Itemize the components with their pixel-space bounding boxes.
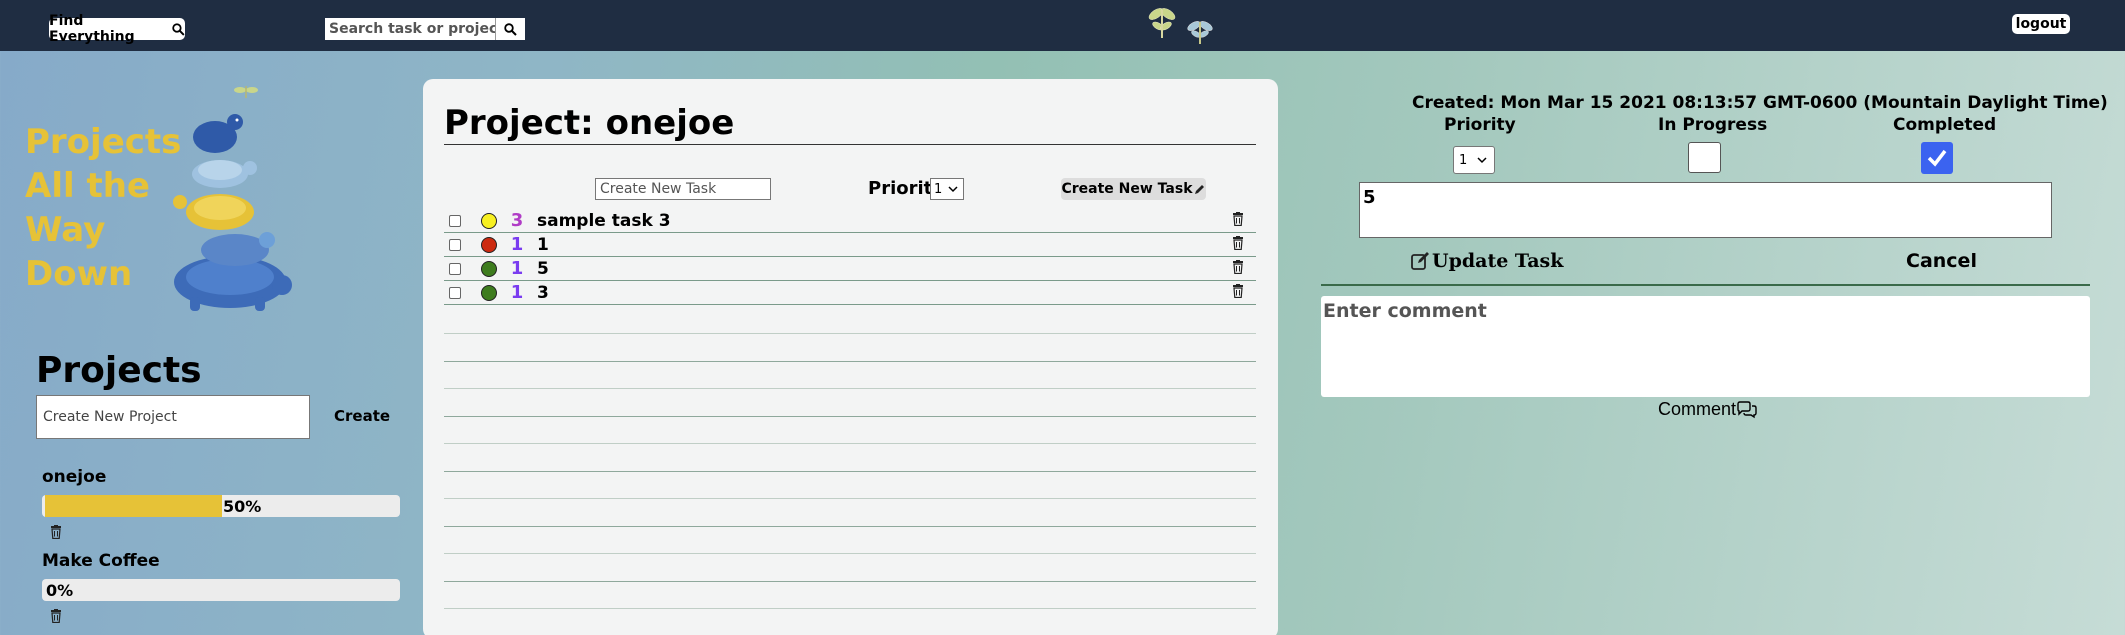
chevron-down-icon (1477, 157, 1487, 164)
delete-task-trash-icon[interactable] (1232, 259, 1244, 278)
priority-color-dot (481, 284, 497, 301)
empty-row-line (444, 388, 1256, 389)
task-text-field[interactable]: 5 (1359, 182, 2052, 238)
delete-project-trash-icon[interactable] (50, 609, 62, 624)
project-name: onejoe (42, 467, 107, 487)
task-name[interactable]: 1 (537, 235, 1232, 255)
created-timestamp: Created: Mon Mar 15 2021 08:13:57 GMT-06… (1412, 93, 2108, 113)
priority-color-dot (481, 260, 497, 277)
detail-divider (1321, 284, 2090, 286)
in-progress-checkbox[interactable] (1688, 142, 1721, 173)
priority-color-dot (481, 236, 497, 253)
task-priority-value: 1 (1459, 152, 1468, 168)
priority-heading: Priority (1444, 115, 1516, 135)
app-title-line: Way (25, 210, 106, 250)
logout-button[interactable]: logout (2012, 14, 2070, 34)
app-title: Projects All the Way Down (25, 120, 181, 296)
empty-row-line (444, 553, 1256, 554)
projects-heading: Projects (36, 350, 202, 391)
search-icon (504, 22, 517, 36)
edit-icon (1411, 252, 1429, 270)
find-everything-button[interactable]: Find Everything (49, 13, 185, 45)
delete-project-trash-icon[interactable] (50, 525, 62, 540)
empty-row-line (444, 581, 1256, 582)
empty-row-line (444, 498, 1256, 499)
task-row[interactable]: 11 (444, 233, 1256, 257)
task-row[interactable]: 3 sample task 3 (444, 209, 1256, 233)
project-progress-bar: 0% (42, 579, 400, 601)
create-project-button[interactable]: Create (334, 407, 390, 425)
completed-heading: Completed (1893, 115, 1997, 135)
search-icon (172, 22, 185, 36)
comment-input[interactable]: Enter comment (1321, 296, 2090, 397)
completed-checkbox[interactable] (1921, 142, 1953, 174)
empty-row-line (444, 471, 1256, 472)
project-item[interactable]: onejoe 50% (42, 467, 402, 543)
app-title-line: All the (25, 166, 150, 206)
update-task-button[interactable]: Update Task (1410, 250, 1563, 272)
priority-color-dot (481, 212, 497, 229)
update-task-label: Update Task (1432, 250, 1564, 272)
task-checkbox[interactable] (449, 238, 461, 251)
app-title-line: Down (25, 254, 133, 294)
dragonfly-logo (1148, 8, 1213, 44)
new-project-input[interactable] (36, 395, 310, 439)
empty-row-line (444, 333, 1256, 334)
empty-row-line (444, 416, 1256, 417)
priority-select[interactable]: 1 (930, 178, 964, 200)
comments-icon (1737, 400, 1757, 418)
comment-label: Comment (1658, 399, 1737, 419)
task-priority: 1 (510, 282, 524, 303)
find-everything-label: Find Everything (49, 13, 135, 45)
project-progress-bar: 50% (42, 495, 400, 517)
task-name[interactable]: 5 (537, 259, 1232, 279)
empty-row-line (444, 526, 1256, 527)
chevron-down-icon (948, 186, 958, 193)
priority-select-value: 1 (934, 181, 943, 197)
empty-row-line (444, 443, 1256, 444)
task-priority: 3 (510, 210, 524, 231)
task-checkbox[interactable] (449, 214, 461, 227)
empty-row-line (444, 361, 1256, 362)
task-name[interactable]: 3 (537, 283, 1232, 303)
project-title: Project: onejoe (444, 103, 735, 143)
create-task-label: Create New Task (1061, 181, 1193, 197)
checkmark-icon (1927, 149, 1947, 167)
task-checkbox[interactable] (449, 286, 461, 299)
task-row[interactable]: 15 (444, 257, 1256, 281)
new-task-input[interactable] (595, 178, 771, 200)
search-button[interactable] (495, 18, 525, 40)
task-priority-select[interactable]: 1 (1453, 146, 1495, 174)
progress-label: 50% (223, 497, 262, 516)
app-title-line: Projects (25, 122, 182, 162)
comment-button[interactable]: Comment (1658, 399, 1758, 420)
project-item[interactable]: Make Coffee 0% (42, 551, 402, 627)
task-priority: 1 (510, 258, 524, 279)
task-priority: 1 (510, 234, 524, 255)
in-progress-heading: In Progress (1658, 115, 1768, 135)
task-checkbox[interactable] (449, 262, 461, 275)
delete-task-trash-icon[interactable] (1232, 211, 1244, 230)
pencil-icon (1194, 184, 1204, 194)
search-input[interactable] (325, 18, 495, 40)
delete-task-trash-icon[interactable] (1232, 235, 1244, 254)
title-divider (444, 144, 1256, 145)
project-name: Make Coffee (42, 551, 160, 571)
delete-task-trash-icon[interactable] (1232, 283, 1244, 302)
turtle-stack-illustration (173, 86, 292, 311)
progress-fill (45, 495, 222, 517)
progress-label: 0% (46, 581, 74, 600)
task-name[interactable]: sample task 3 (537, 211, 1232, 231)
project-panel: Project: onejoe Priority 1 Create New Ta… (423, 79, 1278, 635)
cancel-button[interactable]: Cancel (1906, 250, 1977, 272)
empty-row-line (444, 608, 1256, 609)
top-nav-bar (0, 0, 2125, 51)
logout-label: logout (2015, 16, 2067, 32)
search-box (325, 18, 525, 40)
task-row[interactable]: 13 (444, 281, 1256, 305)
create-task-button[interactable]: Create New Task (1061, 178, 1206, 200)
